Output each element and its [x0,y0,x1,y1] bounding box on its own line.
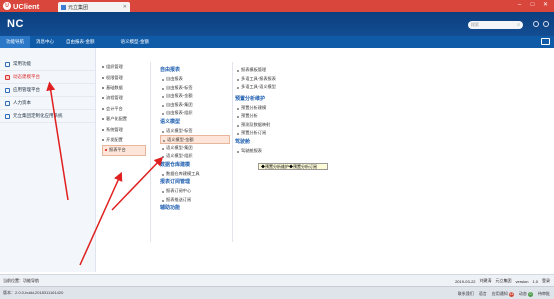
menu-item[interactable]: 多语工具-报表报表 [235,75,335,84]
menu-item[interactable]: 数据仓库建模工具 [160,170,230,179]
window-layout-icon[interactable] [541,38,550,45]
sidebar-item-app-management[interactable]: 应用管理平台 [0,84,95,97]
document-icon [61,4,66,10]
menu-item[interactable]: 报表模板管理 [235,66,335,75]
uclient-icon: U [3,2,11,10]
notice-link[interactable]: 应用通知 13 [492,291,514,297]
modeling-icon [5,74,10,80]
menu-item[interactable]: 语义模型-标签 [160,127,230,136]
divider [150,62,151,242]
list-item-report-platform[interactable]: 报表平台 [102,145,146,156]
menu-item[interactable]: 预置分析订阅 [235,129,335,138]
sidebar-item-common[interactable]: 常用功能 [0,58,95,71]
user-icon[interactable] [533,21,539,27]
menu-item[interactable]: 自由报表-金额 [160,92,230,101]
menu-item[interactable]: 报表订阅中心 [160,187,230,196]
function-column-2: 报表模板管理 多语工具-报表报表 多语工具-语义模型 预置分析维护 预置分析建模… [235,66,335,155]
left-nav-panel: 常用功能 动态建模平台 应用管理平台 人力资本 元立集团定制化应用系统 [0,48,96,272]
title-bar: U UClient 元立集团 ✕ – □ ✕ [0,0,554,12]
menu-item[interactable]: 预置分析 [235,112,335,121]
approval-link[interactable]: 待审批 [538,291,550,297]
menu-item[interactable]: 自由报表-组织 [160,109,230,118]
login-button[interactable]: 登录 [542,278,550,284]
menu-item[interactable]: 自由报表-标签 [160,84,230,93]
people-icon [5,100,10,106]
tab-function-nav[interactable]: 功能导航 [0,36,30,48]
menu-item[interactable]: 语义模型-组织 [160,152,230,161]
uclient-logo: U UClient [0,0,58,12]
divider [232,62,233,242]
group-title: 数据仓库建模 [160,161,191,168]
menu-item[interactable]: 多语工具-语义模型 [235,83,335,92]
contact-link[interactable]: 联系我们 [458,291,474,297]
menu-item[interactable]: 自由报表 [160,75,230,84]
status-btn[interactable]: 1.0 [532,279,538,284]
status-date: 2019-03-22 [455,278,476,284]
close-tab-icon[interactable]: ✕ [123,4,127,10]
maximize-icon[interactable]: □ [527,1,538,10]
status-group: 元立集团 [495,278,512,283]
status-version: version [515,278,529,284]
dynamic-badge: 0 [528,292,533,297]
sidebar-item-hr[interactable]: 人力资本 [0,97,95,110]
menu-item[interactable]: 报表推送订阅 [160,196,230,205]
app-icon [5,87,10,93]
status-user: 刘建涛 [479,278,492,283]
menu-bar: 功能导航 消息中心 自由报表-金额 语义模型-金额 [0,36,554,48]
status-right: 2019-03-22 刘建涛 元立集团 version 1.0 登录 [455,278,550,284]
category-list: 组织管理 权限管理 基础数据 流程管理 会计平台 客户化配置 系统管理 开发配置… [102,62,146,156]
menu-item[interactable]: 自由报表-集团 [160,101,230,110]
list-item[interactable]: 会计平台 [102,104,142,114]
list-item[interactable]: 基础数据 [102,83,142,93]
globe-icon [5,113,10,119]
function-column-1: 自由报表 自由报表 自由报表-标签 自由报表-金额 自由报表-集团 自由报表-组… [160,66,230,213]
tab-free-report[interactable]: 自由报表-金额 [60,36,101,48]
current-location: 当前位置：功能导航 [3,277,39,283]
notice-badge: 13 [508,292,514,297]
list-item[interactable]: 开发配置 [102,135,142,145]
list-item[interactable]: 客户化配置 [102,114,142,124]
group-title: 报表订阅管理 [160,179,191,185]
menu-item[interactable]: 预测及数据映射 [235,121,335,130]
tab-semantic-model[interactable]: 语义模型-金额 [115,36,156,48]
group-title: 驾驶舱 [235,138,251,145]
app-header: NC 搜索 ⌕ [0,12,554,36]
list-item[interactable]: 流程管理 [102,93,142,103]
brand-logo: NC [7,18,24,30]
group-title: 自由报表 [160,67,181,73]
tooltip: ◆预置分析维护◆预置分析订阅 [258,163,328,170]
search-input[interactable]: 搜索 ⌕ [468,21,523,29]
version-label: 版本：2.0.0-build-2018311161420 [3,290,64,295]
menu-item[interactable]: 语义模型-集团 [160,144,230,153]
dynamic-link[interactable]: 动态 0 [519,291,533,297]
settings-icon[interactable] [543,21,549,27]
list-item[interactable]: 系统管理 [102,124,142,134]
window-controls: – □ ✕ [514,1,551,10]
minimize-icon[interactable]: – [514,1,525,10]
monitor-icon [5,61,10,67]
header-icons [533,21,549,27]
group-title: 辅助功能 [160,205,181,211]
group-title: 预置分析维护 [235,95,266,102]
document-tab[interactable]: 元立集团 ✕ [58,2,130,12]
bottom-bar: 版本：2.0.0-build-2018311161420 联系我们 语言 应用通… [0,286,554,299]
close-icon[interactable]: ✕ [540,1,551,10]
list-item[interactable]: 权限管理 [102,72,142,82]
status-bar: 当前位置：功能导航 2019-03-22 刘建涛 元立集团 version 1.… [0,274,554,286]
bottom-right: 联系我们 语言 应用通知 13 动态 0 待审批 [458,291,550,297]
menu-item-selected[interactable]: 语义模型-金额 [160,135,230,144]
menu-item[interactable]: 驾驶舱报表 [235,147,335,156]
group-title: 语义模型 [160,118,181,125]
search-icon: ⌕ [517,22,520,28]
menu-item[interactable]: 预置分析建模 [235,104,335,113]
sidebar-item-custom[interactable]: 元立集团定制化应用系统 [0,110,95,123]
language-link[interactable]: 语言 [479,291,487,297]
tab-message-center[interactable]: 消息中心 [30,36,60,48]
sidebar-item-dynamic-modeling[interactable]: 动态建模平台 [0,71,95,84]
list-item[interactable]: 组织管理 [102,62,142,72]
arrow-line [111,156,164,211]
